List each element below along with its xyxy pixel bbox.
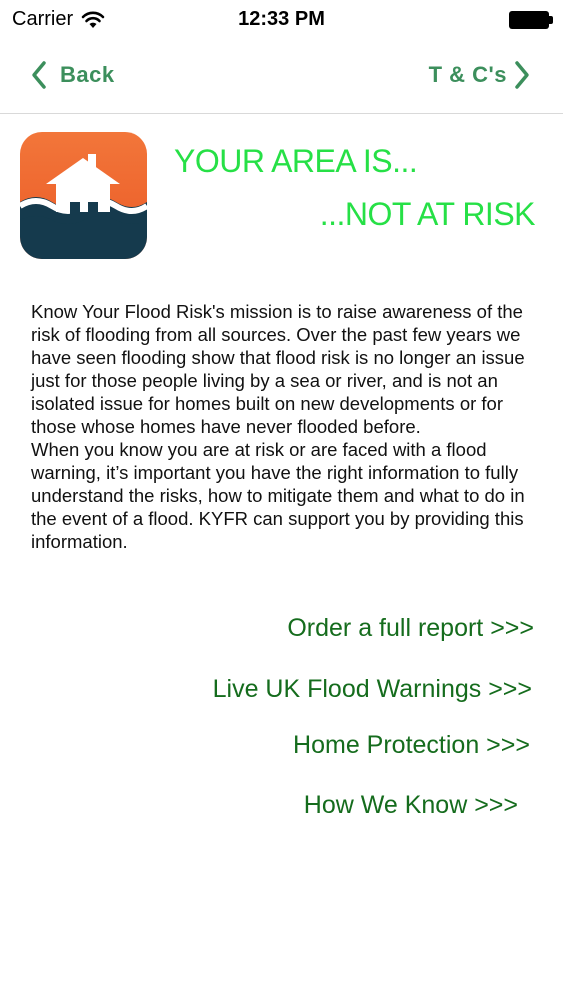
chevron-left-icon: [32, 61, 46, 89]
status-bar: Carrier 12:33 PM: [0, 0, 563, 40]
navigation-bar: Back T & C's: [0, 40, 563, 114]
home-protection-link[interactable]: Home Protection >>>: [293, 731, 530, 760]
back-label: Back: [60, 62, 115, 87]
flood-warnings-link[interactable]: Live UK Flood Warnings >>>: [213, 675, 532, 704]
how-we-know-link[interactable]: How We Know >>>: [304, 791, 518, 820]
clock: 12:33 PM: [238, 8, 325, 30]
mission-paragraph-1: Know Your Flood Risk's mission is to rai…: [31, 301, 525, 437]
flood-house-icon: [20, 132, 147, 259]
result-headline-line2: ...NOT AT RISK: [319, 196, 536, 232]
terms-button[interactable]: T & C's: [429, 60, 531, 90]
back-button[interactable]: Back: [30, 60, 115, 90]
chevron-right-icon: [515, 61, 529, 89]
mission-text: Know Your Flood Risk's mission is to rai…: [31, 300, 541, 553]
battery-icon: [509, 11, 553, 29]
mission-paragraph-2: When you know you are at risk or are fac…: [31, 439, 525, 552]
result-headline-line1: YOUR AREA IS...: [174, 143, 418, 179]
order-report-link[interactable]: Order a full report >>>: [287, 614, 534, 643]
terms-label: T & C's: [428, 62, 507, 87]
